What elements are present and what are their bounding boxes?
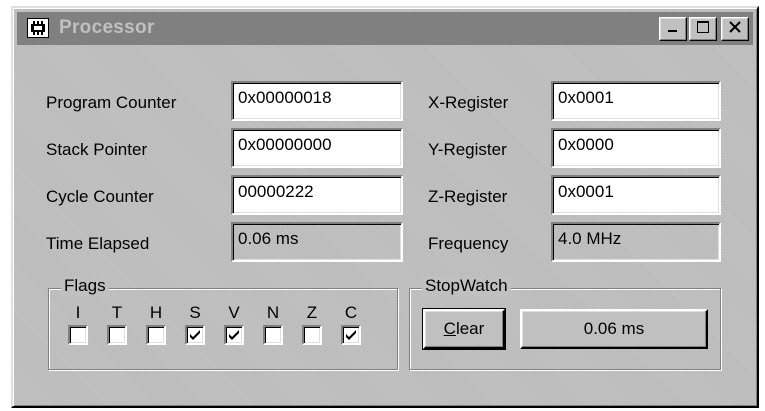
z-register-field[interactable]: 0x0001: [551, 175, 721, 215]
y-register-field[interactable]: 0x0000: [551, 128, 721, 168]
flags-group: Flags I T H S V N Z C: [48, 276, 398, 370]
flag-checkbox-c[interactable]: [341, 325, 361, 345]
x-register-field[interactable]: 0x0001: [551, 81, 721, 121]
flag-h: H: [143, 303, 169, 345]
flag-checkbox-s[interactable]: [185, 325, 205, 345]
flag-checkbox-z[interactable]: [302, 325, 322, 345]
stopwatch-display-label: 0.06 ms: [583, 319, 645, 338]
flag-z: Z: [299, 303, 325, 345]
checkmark-icon: [229, 330, 239, 340]
flag-n: N: [260, 303, 286, 345]
program-counter-label: Program Counter: [46, 93, 177, 112]
flag-letter: Z: [306, 303, 318, 322]
flag-letter: I: [75, 303, 81, 322]
flag-letter: S: [189, 303, 201, 322]
stopwatch-display-button[interactable]: 0.06 ms: [520, 309, 708, 349]
flag-letter: C: [344, 303, 358, 322]
program-counter-field[interactable]: 0x00000018: [231, 81, 403, 121]
stopwatch-group-title: StopWatch: [422, 276, 511, 296]
stopwatch-group: StopWatch Clear 0.06 ms: [409, 276, 721, 370]
y-register-label: Y-Register: [428, 140, 507, 159]
window-title: Processor: [59, 17, 155, 38]
frequency-field: 4.0 MHz: [551, 222, 721, 262]
flag-s: S: [182, 303, 208, 345]
maximize-icon: [696, 20, 710, 39]
z-register-label: Z-Register: [428, 187, 508, 206]
flag-letter: H: [149, 303, 163, 322]
minimize-icon: [667, 20, 679, 38]
flags-group-title: Flags: [61, 276, 109, 296]
clear-button-label: Clear: [443, 319, 485, 338]
cycle-counter-label: Cycle Counter: [46, 187, 154, 206]
flag-letter: T: [111, 303, 123, 322]
close-icon: [728, 20, 742, 39]
stack-pointer-label: Stack Pointer: [46, 140, 148, 159]
checkmark-icon: [346, 330, 356, 340]
clear-button[interactable]: Clear: [422, 308, 506, 350]
minimize-button[interactable]: [659, 17, 687, 41]
flag-v: V: [221, 303, 247, 345]
close-button[interactable]: [721, 17, 749, 41]
stack-pointer-field[interactable]: 0x00000000: [231, 128, 403, 168]
flag-t: T: [104, 303, 130, 345]
processor-window: Processor Program Counter 0x00000018 Sta…: [11, 6, 759, 408]
frequency-label: Frequency: [428, 234, 509, 253]
flag-c: C: [338, 303, 364, 345]
checkmark-icon: [190, 330, 200, 340]
flag-checkbox-t[interactable]: [107, 325, 127, 345]
time-elapsed-field: 0.06 ms: [231, 222, 403, 262]
flag-letter: N: [266, 303, 280, 322]
maximize-button[interactable]: [689, 17, 717, 41]
title-bar[interactable]: Processor: [17, 12, 753, 45]
time-elapsed-label: Time Elapsed: [46, 234, 150, 253]
flag-checkbox-h[interactable]: [146, 325, 166, 345]
chip-icon[interactable]: [27, 18, 49, 38]
flag-checkbox-v[interactable]: [224, 325, 244, 345]
cycle-counter-field[interactable]: 00000222: [231, 175, 403, 215]
flag-checkbox-n[interactable]: [263, 325, 283, 345]
x-register-label: X-Register: [428, 93, 509, 112]
flag-letter: V: [228, 303, 240, 322]
flag-checkbox-i[interactable]: [68, 325, 88, 345]
flag-i: I: [65, 303, 91, 345]
